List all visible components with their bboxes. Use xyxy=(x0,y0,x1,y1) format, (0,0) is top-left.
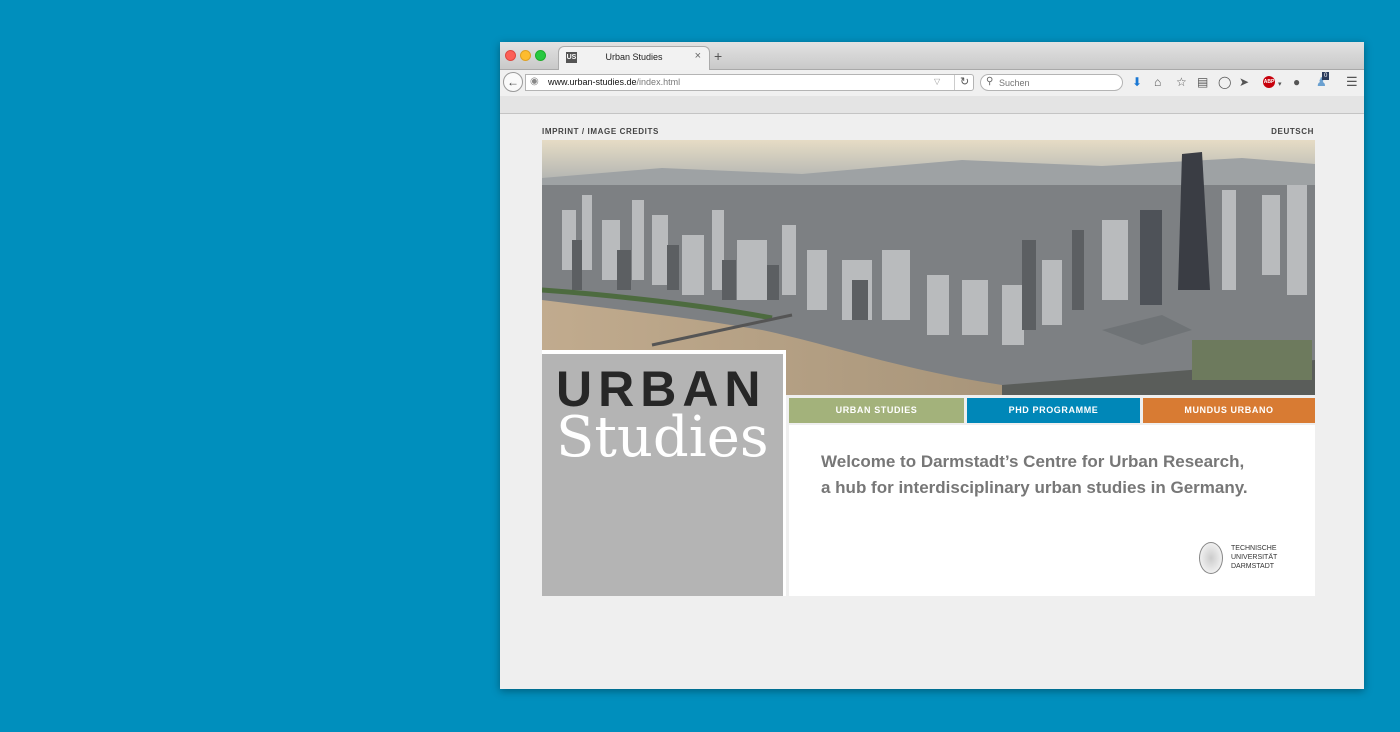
browser-window: US Urban Studies × + ← ◉ www.urban-studi… xyxy=(500,42,1364,689)
download-icon[interactable]: ⬇ xyxy=(1132,75,1142,89)
maximize-window-button[interactable] xyxy=(535,50,546,61)
url-host: www.urban-studies.de xyxy=(548,77,637,87)
reload-icon[interactable]: ↻ xyxy=(954,75,969,90)
search-icon: ⚲ xyxy=(986,76,994,87)
new-tab-button[interactable]: + xyxy=(714,48,722,64)
search-bar[interactable]: ⚲ xyxy=(980,74,1123,91)
search-input[interactable] xyxy=(999,76,1109,89)
welcome-line-2: a hub for interdisciplinary urban studie… xyxy=(821,478,1248,497)
tu-logo-text: TECHNISCHE UNIVERSITÄT DARMSTADT xyxy=(1231,544,1277,571)
tu-seal-icon xyxy=(1199,542,1223,574)
nav-phd-programme-button[interactable]: PHD PROGRAMME xyxy=(967,398,1140,423)
menu-icon[interactable]: ☰ xyxy=(1346,75,1358,89)
tu-line-2: UNIVERSITÄT xyxy=(1231,554,1278,561)
tu-line-1: TECHNISCHE xyxy=(1231,545,1277,552)
adblock-icon[interactable]: ABP xyxy=(1263,76,1275,88)
welcome-text: Welcome to Darmstadt’s Centre for Urban … xyxy=(821,449,1291,501)
adblock-dropdown-icon[interactable]: ▾ xyxy=(1278,78,1282,92)
tu-line-3: DARMSTADT xyxy=(1231,563,1275,570)
back-icon[interactable]: ← xyxy=(503,72,523,92)
url-text: www.urban-studies.de/index.html xyxy=(548,77,680,87)
reading-list-icon[interactable]: ▤ xyxy=(1197,75,1208,89)
notification-badge: 0 xyxy=(1322,72,1330,80)
urban-studies-logo[interactable]: URBAN Studies xyxy=(542,350,786,596)
logo-studies-text: Studies xyxy=(556,405,769,470)
url-bar[interactable]: ◉ www.urban-studies.de/index.html ▽ ↻ xyxy=(525,74,974,91)
url-path: /index.html xyxy=(636,77,681,87)
welcome-line-1: Welcome to Darmstadt’s Centre for Urban … xyxy=(821,452,1245,471)
tab-bar: US Urban Studies × + xyxy=(500,42,1364,70)
home-icon[interactable]: ⌂ xyxy=(1154,75,1161,89)
bookmarks-bar xyxy=(500,96,1364,114)
close-window-button[interactable] xyxy=(505,50,516,61)
minimize-window-button[interactable] xyxy=(520,50,531,61)
send-icon[interactable]: ➤ xyxy=(1239,75,1249,89)
chat-icon[interactable]: ● xyxy=(1293,75,1300,89)
tab-close-icon[interactable]: × xyxy=(695,50,701,62)
favicon-icon: US xyxy=(566,52,577,63)
nav-mundus-urbano-button[interactable]: MUNDUS URBANO xyxy=(1143,398,1315,423)
tu-darmstadt-logo[interactable]: TECHNISCHE UNIVERSITÄT DARMSTADT xyxy=(1199,540,1309,580)
pocket-icon[interactable]: ◯ xyxy=(1218,75,1231,89)
url-dropdown-icon[interactable]: ▽ xyxy=(934,77,940,86)
tab-title: Urban Studies xyxy=(605,52,663,62)
language-link[interactable]: DEUTSCH xyxy=(1271,127,1314,136)
welcome-panel: Welcome to Darmstadt’s Centre for Urban … xyxy=(789,425,1315,596)
imprint-link[interactable]: IMPRINT / IMAGE CREDITS xyxy=(542,127,659,136)
globe-icon: ◉ xyxy=(530,76,539,87)
bookmark-star-icon[interactable]: ☆ xyxy=(1176,75,1187,89)
tab-urban-studies[interactable]: US Urban Studies × xyxy=(558,46,710,70)
navigation-toolbar: ← ◉ www.urban-studies.de/index.html ▽ ↻ … xyxy=(500,70,1364,96)
nav-urban-studies-button[interactable]: URBAN STUDIES xyxy=(789,398,964,423)
